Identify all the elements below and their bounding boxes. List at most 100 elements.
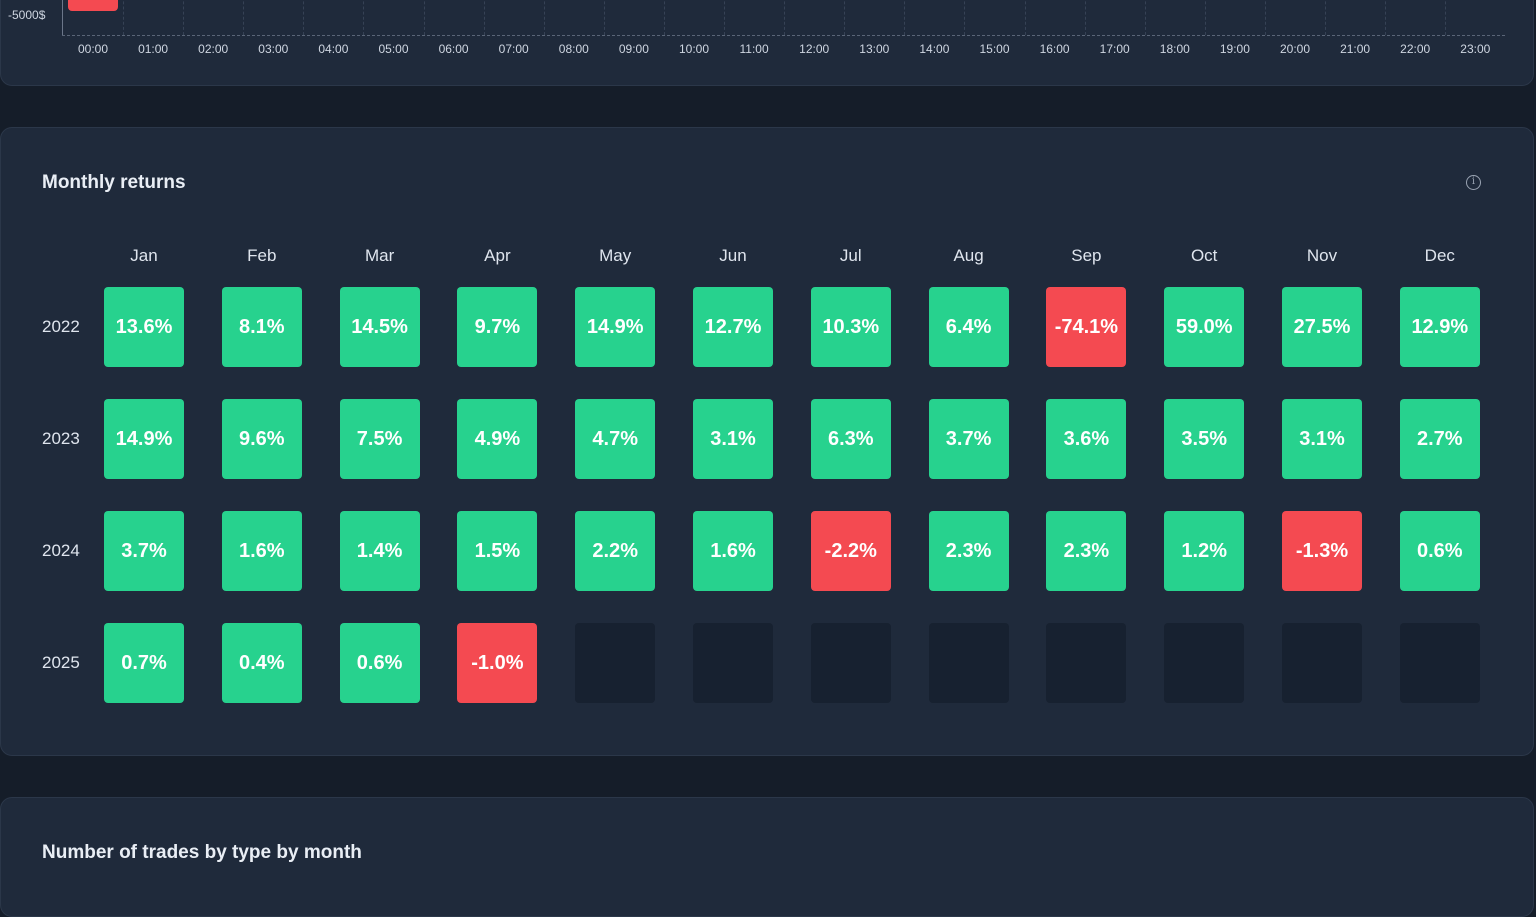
return-cell[interactable]: 1.4% <box>339 511 420 591</box>
grid-line <box>183 0 185 35</box>
month-header: Apr <box>484 246 511 265</box>
return-cell[interactable]: 3.6% <box>1046 399 1127 479</box>
return-cell[interactable]: 1.5% <box>457 511 538 591</box>
return-cell <box>1399 623 1480 703</box>
return-cell[interactable]: 6.3% <box>810 399 891 479</box>
return-cell[interactable]: -74.1% <box>1046 287 1127 367</box>
return-cell[interactable]: 10.3% <box>810 287 891 367</box>
grid-line <box>1024 0 1026 35</box>
grid-line <box>1204 0 1206 35</box>
return-cell[interactable]: 4.7% <box>575 399 656 479</box>
return-cell[interactable]: 0.6% <box>1399 511 1480 591</box>
return-cell[interactable]: -1.0% <box>457 623 538 703</box>
card-title: Monthly returns <box>42 172 186 193</box>
return-cell <box>1164 623 1245 703</box>
return-cell[interactable]: 3.7% <box>928 399 1009 479</box>
grid-line <box>1144 0 1146 35</box>
month-header: Mar <box>364 246 395 265</box>
return-cell[interactable]: 27.5% <box>1282 287 1362 367</box>
info-icon[interactable]: i <box>1466 175 1481 190</box>
x-tick-label: 11:00 <box>739 42 769 56</box>
month-header: May <box>599 246 632 265</box>
x-tick-label: 23:00 <box>1460 42 1491 56</box>
x-tick-label: 16:00 <box>1039 42 1070 56</box>
return-cell <box>575 623 656 703</box>
return-cell[interactable]: 1.6% <box>221 511 302 591</box>
x-tick-label: 21:00 <box>1340 42 1371 56</box>
hourly-pnl-bar[interactable] <box>68 0 118 11</box>
month-header: Aug <box>953 246 984 265</box>
x-tick-label: 13:00 <box>859 42 890 56</box>
grid-line <box>1325 0 1326 35</box>
return-cell <box>693 623 773 703</box>
return-cell[interactable]: 9.7% <box>457 287 538 367</box>
grid-line <box>1264 0 1266 35</box>
x-tick-label: 08:00 <box>558 42 589 56</box>
return-cell[interactable]: 14.9% <box>104 399 184 479</box>
return-cell[interactable]: 12.9% <box>1399 287 1480 367</box>
x-tick-label: 22:00 <box>1400 42 1431 56</box>
return-cell[interactable]: 0.7% <box>104 623 184 703</box>
grid-line <box>1385 0 1387 35</box>
return-cell <box>928 623 1009 703</box>
return-cell[interactable]: 8.1% <box>221 287 302 367</box>
return-cell[interactable]: 2.2% <box>575 511 656 591</box>
return-cell <box>1282 623 1362 703</box>
return-cell <box>1046 623 1127 703</box>
x-axis-line <box>62 35 1505 36</box>
y-axis-line <box>62 0 63 36</box>
x-tick-label: 19:00 <box>1219 42 1250 56</box>
grid-line <box>123 0 124 35</box>
return-cell[interactable]: 3.7% <box>104 511 184 591</box>
x-tick-label: 05:00 <box>378 42 409 56</box>
grid-line <box>303 0 305 35</box>
year-label: 2023 <box>42 429 80 448</box>
monthly-returns-card: Monthly returns i Jan Feb Mar Apr May Jun Jul A… <box>0 127 1534 756</box>
x-tick-label: 20:00 <box>1279 42 1311 56</box>
return-cell[interactable]: 0.4% <box>221 623 302 703</box>
return-cell[interactable]: 1.6% <box>693 511 773 591</box>
x-tick-label: 03:00 <box>258 42 289 56</box>
return-cell[interactable]: 13.6% <box>104 287 184 367</box>
year-label: 2025 <box>42 653 80 672</box>
return-cell[interactable]: 7.5% <box>339 399 420 479</box>
return-cell[interactable]: 2.3% <box>1046 511 1127 591</box>
grid-line <box>543 0 545 35</box>
grid-line <box>243 0 245 35</box>
return-cell[interactable]: 3.1% <box>1282 399 1362 479</box>
return-cell[interactable]: 3.1% <box>693 399 773 479</box>
year-label: 2024 <box>42 541 80 560</box>
return-cell[interactable]: 6.4% <box>928 287 1009 367</box>
return-cell[interactable]: 59.0% <box>1164 287 1245 367</box>
month-header: Feb <box>247 246 277 265</box>
month-header: Nov <box>1306 246 1338 265</box>
x-tick-label: 04:00 <box>318 42 349 56</box>
grid-line <box>784 0 786 35</box>
return-cell[interactable]: 1.2% <box>1164 511 1245 591</box>
month-header: Sep <box>1071 246 1102 265</box>
x-tick-label: 02:00 <box>198 42 229 56</box>
return-cell[interactable]: 9.6% <box>221 399 302 479</box>
month-header: Dec <box>1424 246 1455 265</box>
month-header: Oct <box>1190 246 1218 265</box>
y-axis-label: -5000$ <box>8 8 46 22</box>
grid-line <box>483 0 485 35</box>
return-cell[interactable]: 14.5% <box>339 287 420 367</box>
return-cell[interactable]: -2.2% <box>810 511 891 591</box>
x-tick-label: 07:00 <box>498 42 529 56</box>
return-cell[interactable]: 0.6% <box>339 623 420 703</box>
return-cell[interactable]: 2.7% <box>1399 399 1480 479</box>
return-cell[interactable]: 4.9% <box>457 399 538 479</box>
hourly-pnl-card: -5000$ 00:00 01:00 02:00 03:00 04:00 05:00 06:… <box>0 0 1534 86</box>
x-tick-label: 00:00 <box>77 42 109 56</box>
month-header: Jun <box>719 246 747 265</box>
grid-line <box>1445 0 1447 35</box>
return-cell[interactable]: 12.7% <box>693 287 773 367</box>
grid-line <box>964 0 966 35</box>
return-cell[interactable]: -1.3% <box>1282 511 1362 591</box>
x-tick-label: 18:00 <box>1159 42 1190 56</box>
return-cell[interactable]: 14.9% <box>575 287 656 367</box>
return-cell[interactable]: 3.5% <box>1164 399 1245 479</box>
card-title: Number of trades by type by month <box>42 842 362 863</box>
return-cell[interactable]: 2.3% <box>928 511 1009 591</box>
